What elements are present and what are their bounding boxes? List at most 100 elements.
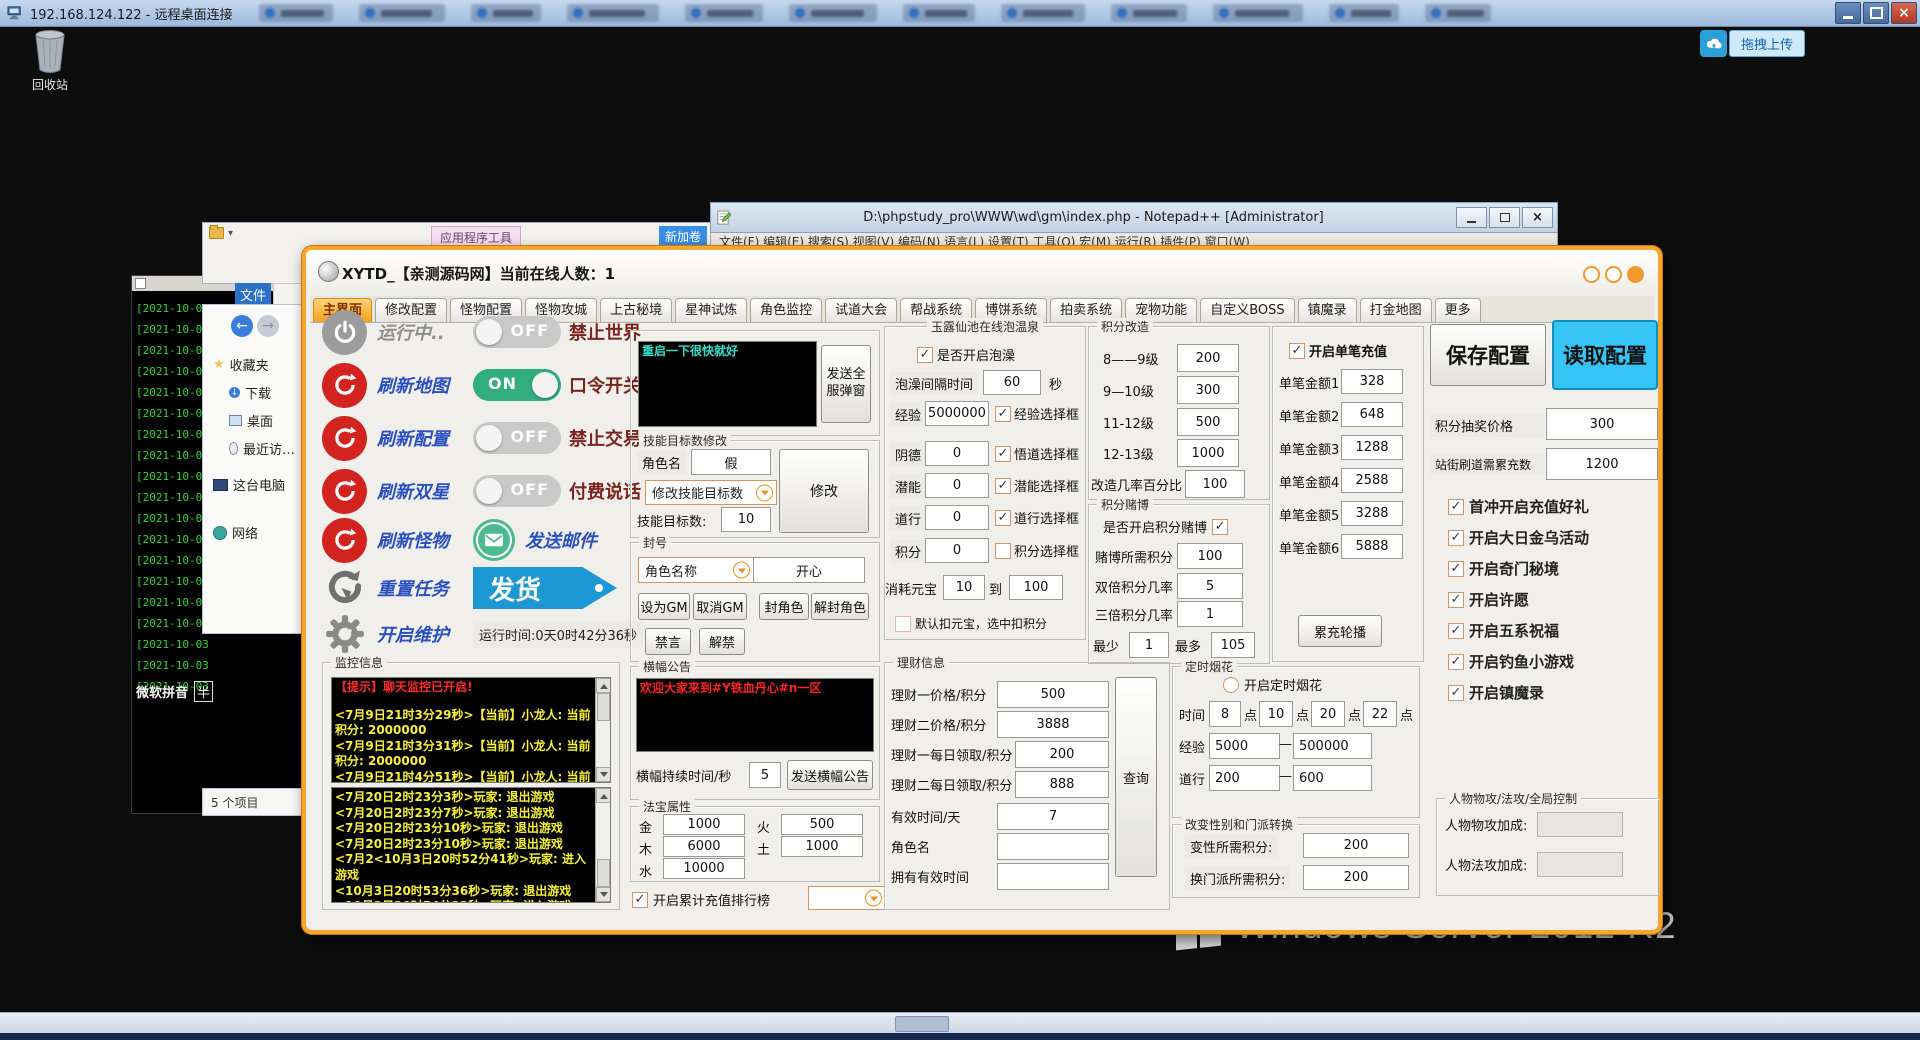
triple-rate-input[interactable]: 1 [1177,601,1243,627]
taskbar-item-blurred[interactable] [903,4,975,22]
banner-message-box[interactable]: 欢迎大家来到#Y铁血丹心#n一区 [636,678,874,752]
forward-button[interactable]: → [257,315,279,337]
amount1-input[interactable]: 328 [1341,369,1403,394]
licai2-price-input[interactable]: 3888 [997,711,1109,738]
cost-min-input[interactable]: 10 [943,575,985,600]
save-config-button[interactable]: 保存配置 [1430,324,1546,386]
gm-titlebar[interactable]: XYTD_【亲测源码网】当前在线人数：1 [306,250,1658,294]
cumulative-cycle-button[interactable]: 累充轮播 [1298,615,1382,647]
refresh-config-button[interactable]: 刷新配置 [377,425,473,451]
lottery-price-input[interactable]: 300 [1546,408,1658,440]
drag-upload-control[interactable]: 拖拽上传 [1700,30,1805,57]
sidebar-item-this-pc[interactable]: 这台电脑 [213,475,301,494]
taskbar-item-blurred[interactable] [685,4,763,22]
popup-message-box[interactable]: 重启一下很快就好 [638,341,817,427]
amount2-input[interactable]: 648 [1341,402,1403,427]
scrollbar[interactable] [595,678,610,782]
role-name-input[interactable]: 假 [691,449,771,475]
scrollbar-thumb[interactable] [597,859,610,887]
ban-role-input[interactable]: 开心 [753,557,865,583]
sidebar-item-favorites[interactable]: ★收藏夹 [213,355,301,374]
window-button-close[interactable] [1627,266,1644,283]
hour3-input[interactable]: 20 [1311,701,1345,727]
sidebar-item-network[interactable]: 网络 [213,523,301,542]
mute-button[interactable]: 禁言 [645,628,691,655]
scrollbar-thumb[interactable] [895,1016,949,1032]
taskbar-item-blurred[interactable] [567,4,659,22]
refresh-map-button[interactable]: 刷新地图 [377,372,473,398]
wood-input[interactable]: 6000 [663,836,745,857]
recycle-bin[interactable]: 回收站 [20,28,80,93]
password-switch-toggle[interactable]: ON [473,369,561,401]
earth-input[interactable]: 1000 [781,836,863,857]
five-blessing-checkbox[interactable]: ✓ [1448,623,1464,639]
explorer-quick-access[interactable]: ▾ [209,227,233,239]
cancel-gm-button[interactable]: 取消GM [693,593,747,620]
notepad-minimize-button[interactable] [1456,207,1487,228]
sidebar-item-recent[interactable]: 最近访问的位置 [229,439,301,458]
role-select-dropdown[interactable]: 角色名称 [638,557,754,583]
single-enable-checkbox[interactable]: ✓ [1289,343,1305,359]
maintain-button[interactable]: 开启维护 [377,621,473,647]
daohang-checkbox[interactable]: ✓ [995,510,1011,526]
licai2-daily-input[interactable]: 888 [1015,771,1109,798]
first-recharge-checkbox[interactable]: ✓ [1448,499,1464,515]
gamble-cost-input[interactable]: 100 [1177,543,1243,569]
modify-button[interactable]: 修改 [779,449,869,533]
golden-crow-checkbox[interactable]: ✓ [1448,530,1464,546]
ship-button[interactable]: 发货 [473,567,617,609]
tab-more[interactable]: 更多 [1435,298,1481,322]
scroll-up-icon[interactable] [596,678,611,693]
sect-cost-input[interactable]: 200 [1303,865,1409,890]
horizontal-scrollbar[interactable] [0,1012,1920,1034]
recharge-rank-checkbox[interactable]: ✓ [632,892,648,908]
notepad-maximize-button[interactable] [1489,207,1520,228]
licai1-daily-input[interactable]: 200 [1015,741,1109,768]
taskbar-item-blurred[interactable] [359,4,445,22]
trade-ban-toggle[interactable]: OFF [473,422,561,454]
tab-custom-boss[interactable]: 自定义BOSS [1200,298,1294,322]
unban-role-button[interactable]: 解封角色 [811,593,869,620]
min-input[interactable]: 1 [1129,632,1169,658]
lv89-input[interactable]: 200 [1177,344,1239,372]
taskbar-item-blurred[interactable] [471,4,541,22]
hour2-input[interactable]: 10 [1259,701,1293,727]
cost-max-input[interactable]: 100 [1009,575,1063,600]
gear-icon[interactable] [322,612,367,657]
street-recharge-input[interactable]: 1200 [1546,448,1658,480]
hour4-input[interactable]: 22 [1363,701,1397,727]
upload-button-label[interactable]: 拖拽上传 [1729,30,1805,57]
send-popup-button[interactable]: 发送全服弹窗 [821,345,871,423]
taskbar-item-blurred[interactable] [1425,4,1491,22]
amount5-input[interactable]: 3288 [1341,501,1403,526]
unmute-button[interactable]: 解禁 [699,628,745,655]
notepad-close-button[interactable]: × [1522,207,1553,228]
interval-input[interactable]: 60 [983,370,1041,395]
query-button[interactable]: 查询 [1115,677,1157,877]
taskbar-item-blurred[interactable] [1329,4,1399,22]
rate-input[interactable]: 100 [1185,470,1245,498]
tab-gold-map[interactable]: 打金地图 [1360,298,1432,322]
scroll-down-icon[interactable] [596,767,611,782]
ime-status[interactable]: 微软拼音半 [136,681,213,702]
licai1-price-input[interactable]: 500 [997,681,1109,708]
valid-days-input[interactable]: 7 [997,803,1109,830]
scroll-down-icon[interactable] [596,887,611,902]
fishing-checkbox[interactable]: ✓ [1448,654,1464,670]
gold-input[interactable]: 1000 [663,814,745,835]
tab-dao-meeting[interactable]: 试道大会 [825,298,897,322]
scroll-up-icon[interactable] [596,788,611,803]
world-ban-toggle[interactable]: OFF [473,316,561,348]
tab-zhenmolu[interactable]: 镇魔录 [1298,298,1357,322]
fireworks-enable-radio[interactable] [1223,677,1239,693]
fw-exp-max-input[interactable]: 500000 [1293,733,1372,759]
jifen-input[interactable]: 0 [925,538,989,563]
amount3-input[interactable]: 1288 [1341,435,1403,460]
licai-role-input[interactable] [997,833,1109,860]
scrollbar-thumb[interactable] [597,693,610,721]
amount6-input[interactable]: 5888 [1341,534,1403,559]
skill-target-input[interactable]: 10 [721,507,771,532]
fw-dao-max-input[interactable]: 600 [1293,765,1372,791]
send-mail-button[interactable]: 发送邮件 [525,527,597,553]
refresh-monster-button[interactable]: 刷新怪物 [377,527,473,553]
